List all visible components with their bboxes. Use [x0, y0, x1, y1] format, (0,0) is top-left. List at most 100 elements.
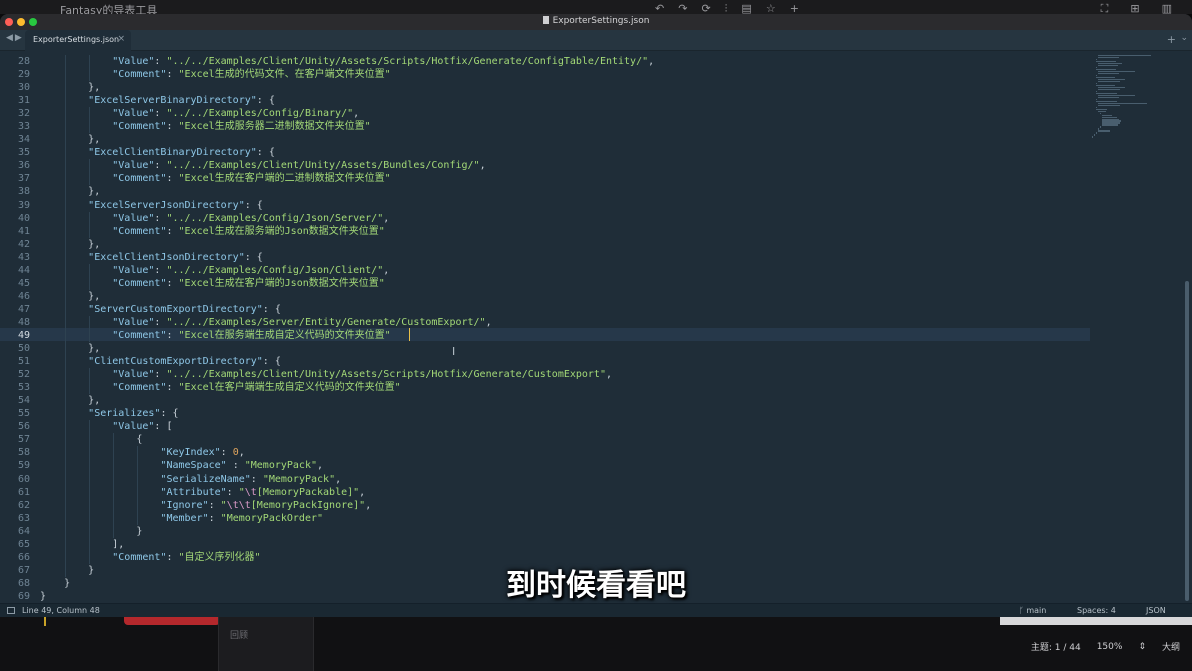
code-line[interactable]: "SerializeName": "MemoryPack",: [40, 472, 1080, 486]
line-number: 36: [17, 160, 30, 172]
code-line[interactable]: },: [40, 394, 1080, 408]
escape-sequence: \t: [244, 486, 257, 498]
outline-button[interactable]: 大纲: [1162, 640, 1180, 653]
json-key: Ignore: [166, 499, 203, 511]
indentation-setting[interactable]: Spaces: 4: [1077, 606, 1116, 615]
background-panel-item[interactable]: 回顾: [230, 628, 248, 641]
code-line[interactable]: "Value": "../../Examples/Server/Entity/G…: [40, 315, 1080, 329]
code-line[interactable]: "Value": "../../Examples/Config/Binary/"…: [40, 107, 1080, 121]
code-line[interactable]: "Value": "../../Examples/Client/Unity/As…: [40, 159, 1080, 173]
separator: :: [208, 512, 221, 524]
line-number: 52: [17, 369, 30, 381]
code-line[interactable]: }: [40, 524, 1080, 538]
line-number: 55: [17, 408, 30, 420]
code-line[interactable]: "Value": "../../Examples/Config/Json/Ser…: [40, 211, 1080, 225]
tab-menu-icon[interactable]: ⌄: [1180, 33, 1188, 43]
line-number: 64: [17, 525, 30, 537]
separator: :: [226, 486, 239, 498]
code-line[interactable]: "Comment": "Excel生成在客户端的Json数据文件夹位置": [40, 276, 1080, 290]
separator: :: [154, 316, 167, 328]
line-number: 40: [17, 212, 30, 224]
code-line[interactable]: "Value": "../../Examples/Client/Unity/As…: [40, 368, 1080, 382]
tab-close-icon[interactable]: ×: [117, 34, 125, 44]
code-line[interactable]: "Member": "MemoryPackOrder": [40, 511, 1080, 525]
indent-guide: [89, 315, 91, 329]
minimap-line: [1098, 72, 1119, 75]
indent-guide: [65, 198, 67, 212]
cursor-position[interactable]: Line 49, Column 48: [22, 606, 100, 615]
indent-guide: [65, 472, 67, 486]
code-line[interactable]: "KeyIndex": 0,: [40, 446, 1080, 460]
code-line[interactable]: "Comment": "Excel生成的代码文件、在客户端文件夹位置": [40, 68, 1080, 82]
code-line[interactable]: "Comment": "Excel生成在服务端的Json数据文件夹位置": [40, 224, 1080, 238]
minimap-line: [1098, 130, 1110, 132]
code-line[interactable]: {: [40, 433, 1080, 447]
punctuation: },: [88, 395, 101, 407]
code-line[interactable]: "ServerCustomExportDirectory": {: [40, 302, 1080, 316]
indent-guide: [65, 55, 67, 69]
code-line[interactable]: "Ignore": "\t\t[MemoryPackIgnore]",: [40, 498, 1080, 512]
code-line[interactable]: },: [40, 185, 1080, 199]
punctuation: },: [88, 186, 101, 198]
line-number: 37: [17, 173, 30, 185]
panel-toggle-icon[interactable]: [7, 607, 15, 614]
json-key: Value: [118, 421, 149, 433]
code-line[interactable]: "Comment": "Excel在服务端生成自定义代码的文件夹位置": [40, 328, 1080, 343]
code-line[interactable]: "Comment": "Excel生成在客户端的二进制数据文件夹位置": [40, 172, 1080, 186]
minimap[interactable]: [1092, 55, 1154, 145]
code-line[interactable]: ],: [40, 537, 1080, 551]
escape-sequence: \t\t: [226, 499, 251, 511]
code-line[interactable]: "ExcelServerBinaryDirectory": {: [40, 94, 1080, 108]
video-subtitle: 到时候看看吧: [506, 568, 686, 603]
code-line[interactable]: "ExcelClientJsonDirectory": {: [40, 250, 1080, 264]
indent-guide: [65, 81, 67, 95]
code-line[interactable]: "NameSpace" : "MemoryPack",: [40, 459, 1080, 473]
git-branch[interactable]: ᚴ main: [1019, 606, 1046, 615]
code-line[interactable]: },: [40, 289, 1080, 303]
tab-nav-arrows[interactable]: ◀▶: [6, 33, 24, 43]
code-line[interactable]: "Value": "../../Examples/Client/Unity/As…: [40, 55, 1080, 69]
code-line[interactable]: "ExcelServerJsonDirectory": {: [40, 198, 1080, 212]
separator: :: [154, 56, 167, 67]
line-number: 38: [17, 186, 30, 198]
code-line[interactable]: },: [40, 81, 1080, 95]
code-line[interactable]: "Comment": "Excel在客户端端生成自定义代码的文件夹位置": [40, 381, 1080, 395]
editor-statusbar: Line 49, Column 48 ᚴ main Spaces: 4 JSON: [0, 603, 1192, 617]
code-line[interactable]: "ClientCustomExportDirectory": {: [40, 355, 1080, 369]
code-line[interactable]: },: [40, 133, 1080, 147]
code-line[interactable]: },: [40, 237, 1080, 251]
code-line[interactable]: "ExcelClientBinaryDirectory": {: [40, 146, 1080, 160]
indent-guide: [113, 446, 115, 460]
json-string: Excel生成在客户端的Json数据文件夹位置: [184, 277, 379, 289]
code-line[interactable]: "Serializes": {: [40, 407, 1080, 421]
code-line[interactable]: "Value": "../../Examples/Config/Json/Cli…: [40, 263, 1080, 277]
indent-guide: [89, 159, 91, 173]
zoom-level[interactable]: 150%: [1097, 642, 1123, 652]
zoom-stepper-icon[interactable]: ⇕: [1138, 642, 1146, 652]
trailing-punctuation: ,: [353, 108, 360, 120]
indent-guide: [89, 381, 91, 395]
trailing-punctuation: : {: [262, 303, 281, 315]
json-string: MemoryPackOrder: [226, 512, 317, 524]
minimap-line: [1096, 132, 1097, 134]
code-line[interactable]: },: [40, 342, 1080, 356]
code-line[interactable]: "Value": [: [40, 420, 1080, 434]
separator: :: [226, 460, 245, 472]
code-lines[interactable]: "Value": "../../Examples/Client/Unity/As…: [40, 55, 1080, 603]
code-editor[interactable]: 28 29 30 31 32 33 34 35 36 37 38 39 40 41 42 43 44 45 46 47…: [0, 51, 1192, 603]
scrollbar-thumb[interactable]: [1185, 281, 1189, 601]
line-number: 31: [17, 95, 30, 107]
tab-exporter-settings[interactable]: ExporterSettings.json ×: [25, 30, 131, 51]
indent-guide: [65, 446, 67, 460]
syntax-mode[interactable]: JSON: [1146, 606, 1166, 615]
code-line[interactable]: "Comment": "Excel生成服务器二进制数据文件夹位置": [40, 120, 1080, 134]
indent-guide: [65, 133, 67, 147]
new-tab-icon[interactable]: +: [1167, 33, 1176, 46]
punctuation: },: [88, 134, 101, 146]
trailing-punctuation: ,: [479, 160, 486, 172]
code-line[interactable]: "Attribute": "\t[MemoryPackable]",: [40, 485, 1080, 499]
